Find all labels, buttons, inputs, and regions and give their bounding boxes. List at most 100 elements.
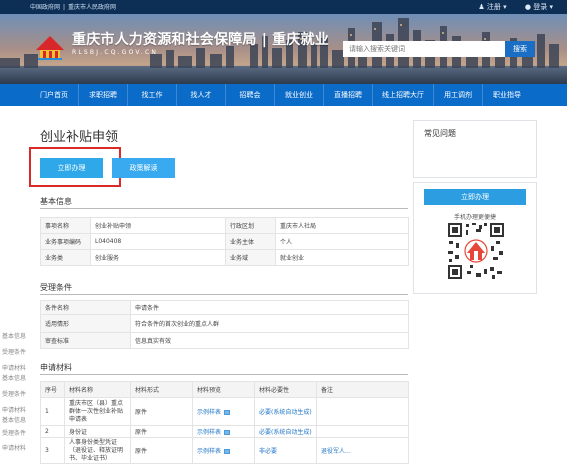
field-label: 业务类 xyxy=(40,249,91,266)
ministry-logo-icon xyxy=(36,36,64,60)
cell-index: 1 xyxy=(40,397,65,426)
search-input[interactable] xyxy=(343,41,505,57)
side-nav-item[interactable]: 申请材料 xyxy=(2,405,26,414)
side-nav-item[interactable]: 申请材料 xyxy=(2,363,26,372)
apply-now-button[interactable]: 立即办理 xyxy=(40,158,103,178)
table-row: 业务类 创业服务 业务域 就业创业 xyxy=(40,249,409,266)
site-subtitle: 重庆就业 xyxy=(272,32,329,48)
field-label: 行政区划 xyxy=(225,217,276,234)
cell-material-name: 重庆市区（县）重点群体一次性创业补贴申请表 xyxy=(64,397,131,426)
field-value: 创业服务 xyxy=(90,249,226,266)
search-button[interactable]: 搜索 xyxy=(505,41,535,57)
field-label: 审查标准 xyxy=(40,332,131,349)
column-header: 备注 xyxy=(316,381,409,398)
faq-title: 常见问题 xyxy=(424,129,456,138)
policy-interpretation-button[interactable]: 政策解读 xyxy=(112,158,175,178)
column-header: 材料名称 xyxy=(64,381,131,398)
section-divider xyxy=(40,294,408,295)
nav-item-job-recruit[interactable]: 求职招聘 xyxy=(79,84,128,106)
table-header-row: 序号 材料名称 材料形式 材料预览 材料必要性 备注 xyxy=(40,381,409,398)
main-nav: 门户首页 求职招聘 找工作 找人才 招聘会 就业创业 直播招聘 线上招聘大厅 用… xyxy=(0,84,567,106)
nav-item-job-fair[interactable]: 招聘会 xyxy=(226,84,275,106)
column-header: 材料预览 xyxy=(192,381,255,398)
nav-item-entrepreneurship[interactable]: 就业创业 xyxy=(275,84,324,106)
login-link[interactable]: ● 登录 ▾ xyxy=(517,3,553,11)
sample-form-link[interactable]: 示例样表 xyxy=(197,429,221,436)
necessity-link[interactable]: 必要(系统自动生成) xyxy=(259,429,312,436)
image-icon[interactable] xyxy=(224,430,231,435)
section-divider xyxy=(40,208,408,209)
nav-item-find-talent[interactable]: 找人才 xyxy=(177,84,226,106)
field-label: 事项名称 xyxy=(40,217,91,234)
field-value: 信息真实有效 xyxy=(130,332,409,349)
image-icon[interactable] xyxy=(224,449,231,454)
materials-table: 序号 材料名称 材料形式 材料预览 材料必要性 备注 1 重庆市区（县）重点群体… xyxy=(40,381,409,464)
field-value: L040408 xyxy=(90,233,226,250)
faq-panel: 常见问题 xyxy=(413,120,537,178)
section-divider xyxy=(40,374,408,375)
side-nav-item[interactable]: 受理条件 xyxy=(2,347,26,356)
nav-item-online-hall[interactable]: 线上招聘大厅 xyxy=(373,84,434,106)
chevron-down-icon: ▾ xyxy=(503,3,507,11)
login-icon: ● xyxy=(524,3,532,11)
field-label: 适用情形 xyxy=(40,314,131,333)
chevron-down-icon: ▾ xyxy=(549,3,553,11)
cell-remark xyxy=(316,425,409,438)
necessity-link[interactable]: 必要(系统自动生成) xyxy=(259,409,312,416)
cell-necessity: 非必要 xyxy=(254,437,317,464)
top-links: 中国政府网 | 重庆市人民政府网 xyxy=(30,2,119,11)
field-label: 业务域 xyxy=(225,249,276,266)
side-nav-item[interactable]: 受理条件 xyxy=(2,428,26,437)
qr-code-icon xyxy=(446,221,506,281)
side-nav-item[interactable]: 受理条件 xyxy=(2,389,26,398)
table-row: 业务事项编码 L040408 业务主体 个人 xyxy=(40,233,409,250)
cell-preview: 示例样表 xyxy=(192,397,255,426)
side-nav-item[interactable]: 基本信息 xyxy=(2,331,26,340)
nav-item-labor-allocation[interactable]: 用工调剂 xyxy=(434,84,483,106)
site-title: 重庆市人力资源和社会保障局 | 重庆就业 xyxy=(72,29,329,49)
top-bar: 中国政府网 | 重庆市人民政府网 ♟ 注册 ▾ ● 登录 ▾ xyxy=(0,0,567,14)
sample-form-link[interactable]: 示例样表 xyxy=(197,448,221,455)
table-row: 3 人事身份类型凭证（退役证、释放证明书、毕业证书） 原件 示例样表 非必要 退… xyxy=(40,437,409,464)
page-title: 创业补贴申领 xyxy=(40,130,119,145)
side-nav-item[interactable]: 基本信息 xyxy=(2,373,26,382)
title-divider: | xyxy=(261,32,268,48)
cell-material-name: 身份证 xyxy=(64,425,131,438)
account-links: ♟ 注册 ▾ ● 登录 ▾ xyxy=(462,2,553,12)
table-row: 条件名称 申请条件 xyxy=(40,300,409,315)
cell-preview: 示例样表 xyxy=(192,425,255,438)
field-label: 业务事项编码 xyxy=(40,233,91,250)
sample-form-link[interactable]: 示例样表 xyxy=(197,409,221,416)
table-row: 1 重庆市区（县）重点群体一次性创业补贴申请表 原件 示例样表 必要(系统自动生… xyxy=(40,397,409,426)
nav-item-live-recruit[interactable]: 直播招聘 xyxy=(324,84,373,106)
table-row: 事项名称 创业补贴申领 行政区划 重庆市人社局 xyxy=(40,217,409,234)
table-row: 审查标准 信息真实有效 xyxy=(40,332,409,349)
nav-item-career-guide[interactable]: 职业指导 xyxy=(483,84,531,106)
cq-gov-link[interactable]: 重庆市人民政府网 xyxy=(68,4,116,11)
top-link-divider: | xyxy=(63,4,66,11)
table-row: 适用情形 符合条件的首次创业的重点人群 xyxy=(40,314,409,333)
field-value: 就业创业 xyxy=(275,249,409,266)
cell-material-form: 原件 xyxy=(130,425,193,438)
nav-item-home[interactable]: 门户首页 xyxy=(30,84,79,106)
cell-necessity: 必要(系统自动生成) xyxy=(254,397,317,426)
qr-caption: 手机办理更便捷 xyxy=(453,214,496,221)
column-header: 材料必要性 xyxy=(254,381,317,398)
side-apply-now-button[interactable]: 立即办理 xyxy=(424,189,526,205)
column-header: 序号 xyxy=(40,381,65,398)
site-domain: RLSBJ.CQ.GOV.CN xyxy=(72,49,159,56)
register-link[interactable]: ♟ 注册 ▾ xyxy=(470,3,506,11)
login-label: 登录 xyxy=(533,3,548,11)
gov-cn-link[interactable]: 中国政府网 xyxy=(30,4,60,11)
image-icon[interactable] xyxy=(224,410,231,415)
side-nav-item[interactable]: 基本信息 xyxy=(2,415,26,424)
side-nav-item[interactable]: 申请材料 xyxy=(2,443,26,452)
register-label: 注册 xyxy=(486,3,501,11)
cell-necessity: 必要(系统自动生成) xyxy=(254,425,317,438)
section-heading-conditions: 受理条件 xyxy=(40,283,72,292)
nav-item-find-job[interactable]: 找工作 xyxy=(128,84,177,106)
necessity-link[interactable]: 非必要 xyxy=(259,448,277,455)
cell-remark[interactable]: 退役军人... xyxy=(316,437,409,464)
section-heading-materials: 申请材料 xyxy=(40,363,72,372)
table-row: 2 身份证 原件 示例样表 必要(系统自动生成) xyxy=(40,425,409,438)
